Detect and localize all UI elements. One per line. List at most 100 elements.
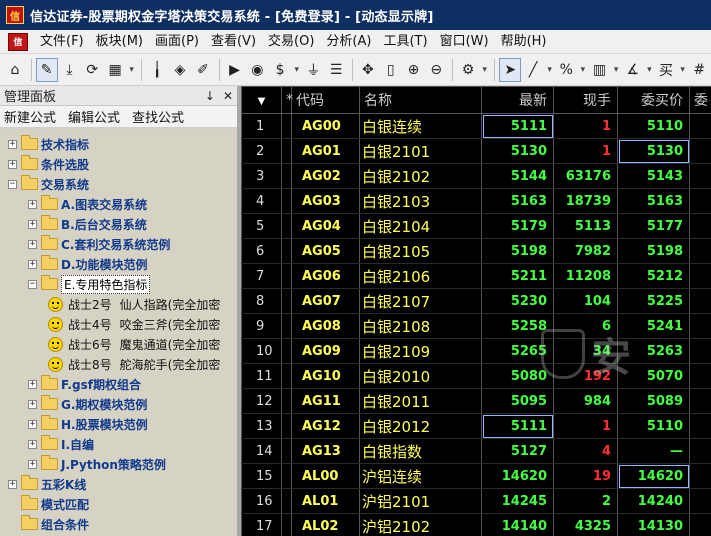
chevron-down-icon[interactable]: ▾ bbox=[545, 58, 554, 82]
tree-folder-item[interactable]: + J.Python策略范例 bbox=[28, 454, 166, 474]
sort-indicator-icon[interactable]: ▼ bbox=[241, 86, 282, 114]
table-row[interactable]: 14 AG13 白银指数 5127 4— bbox=[241, 438, 711, 464]
close-icon[interactable]: ✕ bbox=[223, 89, 233, 103]
play-icon[interactable]: ▶ bbox=[224, 58, 246, 82]
pin-icon[interactable]: ↓ bbox=[205, 89, 215, 103]
tree-folder-item[interactable]: + C.套利交易系统范例 bbox=[28, 234, 170, 254]
columns-icon[interactable]: ▥ bbox=[589, 58, 611, 82]
table-row[interactable]: 6 AG05 白银2105 5198 7982 5198 bbox=[241, 238, 711, 264]
menu-view[interactable]: 查看(V) bbox=[205, 31, 262, 53]
tree-folder-item[interactable]: + G.期权模块范例 bbox=[28, 394, 147, 414]
tree-leaf-item[interactable]: 战士8号 舵海舵手(完全加密 bbox=[48, 354, 220, 374]
new-formula-button[interactable]: 新建公式 bbox=[4, 107, 56, 126]
expand-icon[interactable]: + bbox=[28, 239, 37, 249]
edit-icon[interactable]: ✐ bbox=[192, 58, 214, 82]
col-code[interactable]: 代码 bbox=[291, 86, 360, 114]
settings-icon[interactable]: ⚙ bbox=[457, 58, 479, 82]
tree-folder-item[interactable]: + F.gsf期权组合 bbox=[28, 374, 141, 394]
bars-icon[interactable]: ☰ bbox=[325, 58, 347, 82]
table-row[interactable]: 7 AG06 白银2106 5211 11208 5212 bbox=[241, 263, 711, 289]
tree-leaf-item[interactable]: 战士2号 仙人指路(完全加密 bbox=[48, 294, 220, 314]
chevron-down-icon[interactable]: ▾ bbox=[645, 58, 654, 82]
chevron-down-icon[interactable]: ▾ bbox=[578, 58, 587, 82]
record-icon[interactable]: ◉ bbox=[246, 58, 268, 82]
tree-leaf-item[interactable]: 战士6号 魔鬼通道(完全加密 bbox=[48, 334, 220, 354]
tree-folder-item[interactable]: − 交易系统 bbox=[8, 174, 89, 194]
download-icon[interactable]: ⤓ bbox=[59, 58, 81, 82]
hash-icon[interactable]: # bbox=[688, 58, 710, 82]
chevron-down-icon[interactable]: ▾ bbox=[480, 58, 489, 82]
tree-folder-item[interactable]: + B.后台交易系统 bbox=[28, 214, 147, 234]
tree-folder-item[interactable]: + I.自编 bbox=[28, 434, 94, 454]
menu-trade[interactable]: 交易(O) bbox=[262, 31, 320, 53]
grid-icon[interactable]: ▦ bbox=[104, 58, 126, 82]
menu-window[interactable]: 窗口(W) bbox=[434, 31, 495, 53]
chevron-down-icon[interactable]: ▾ bbox=[678, 58, 687, 82]
alert-icon[interactable]: ◈ bbox=[169, 58, 191, 82]
move-icon[interactable]: ✥ bbox=[357, 58, 379, 82]
table-row[interactable]: 2 AG01 白银2101 5130 1 5130 bbox=[241, 138, 711, 164]
filter-icon[interactable]: ⏚ bbox=[302, 58, 324, 82]
dollar-icon[interactable]: $ bbox=[269, 58, 291, 82]
tree-folder-item[interactable]: 模式匹配 bbox=[8, 494, 89, 514]
tree-leaf-item[interactable]: 战士4号 咬金三斧(完全加密 bbox=[48, 314, 220, 334]
expand-icon[interactable]: + bbox=[28, 439, 37, 449]
expand-icon[interactable]: + bbox=[28, 199, 37, 209]
col-next[interactable]: 委 bbox=[689, 86, 711, 114]
tree-folder-item[interactable]: + H.股票模块范例 bbox=[28, 414, 148, 434]
zoom-out-icon[interactable]: ⊖ bbox=[425, 58, 447, 82]
menu-file[interactable]: 文件(F) bbox=[34, 31, 90, 53]
table-row[interactable]: 4 AG03 白银2103 5163 18739 5163 bbox=[241, 188, 711, 214]
chevron-down-icon[interactable]: ▾ bbox=[127, 58, 136, 82]
table-row[interactable]: 3 AG02 白银2102 5144 63176 5143 bbox=[241, 163, 711, 189]
expand-icon[interactable]: + bbox=[28, 219, 37, 229]
expand-icon[interactable]: + bbox=[28, 379, 37, 389]
col-last[interactable]: 最新 bbox=[481, 86, 554, 114]
angle-icon[interactable]: ∡ bbox=[622, 58, 644, 82]
tree-folder-item[interactable]: − E.专用特色指标 bbox=[28, 274, 151, 294]
expand-icon[interactable]: + bbox=[28, 399, 37, 409]
menu-help[interactable]: 帮助(H) bbox=[495, 31, 553, 53]
menu-sector[interactable]: 板块(M) bbox=[90, 31, 149, 53]
edit-formula-button[interactable]: 编辑公式 bbox=[68, 107, 120, 126]
table-row[interactable]: 15 AL00 沪铝连续 14620 19 14620 bbox=[241, 463, 711, 489]
home-icon[interactable]: ⌂ bbox=[4, 58, 26, 82]
chevron-down-icon[interactable]: ▾ bbox=[292, 58, 301, 82]
table-row[interactable]: 8 AG07 白银2107 5230 104 5225 bbox=[241, 288, 711, 314]
zoom-in-icon[interactable]: ⊕ bbox=[403, 58, 425, 82]
table-row[interactable]: 16 AL01 沪铝2101 14245 2 14240 bbox=[241, 488, 711, 514]
menu-tools[interactable]: 工具(T) bbox=[377, 31, 433, 53]
col-star[interactable]: * bbox=[281, 86, 293, 114]
col-bid[interactable]: 委买价 bbox=[617, 86, 690, 114]
candlestick-icon[interactable]: ╽ bbox=[146, 58, 168, 82]
tree-folder-item[interactable]: + 五彩K线 bbox=[8, 474, 86, 494]
tree-folder-item[interactable]: 组合条件 bbox=[8, 514, 89, 534]
expand-icon[interactable]: + bbox=[8, 139, 17, 149]
tree-folder-item[interactable]: + 技术指标 bbox=[8, 134, 89, 154]
tree-folder-item[interactable]: + D.功能模块范例 bbox=[28, 254, 148, 274]
chevron-down-icon[interactable]: ▾ bbox=[611, 58, 620, 82]
app-menu-icon[interactable]: 信 bbox=[8, 32, 28, 51]
expand-icon[interactable]: + bbox=[28, 459, 37, 469]
table-row[interactable]: 12 AG11 白银2011 5095 984 5089 bbox=[241, 388, 711, 414]
expand-icon[interactable]: + bbox=[8, 159, 17, 169]
menu-analysis[interactable]: 分析(A) bbox=[320, 31, 377, 53]
tree-folder-item[interactable]: + A.图表交易系统 bbox=[28, 194, 147, 214]
pencil-ruler-icon[interactable]: ✎ bbox=[35, 57, 58, 82]
collapse-icon[interactable]: − bbox=[28, 279, 37, 289]
table-row[interactable]: 17 AL02 沪铝2102 14140 4325 14130 bbox=[241, 513, 711, 536]
table-row[interactable]: 13 AG12 白银2012 5111 1 5110 bbox=[241, 413, 711, 439]
col-volume[interactable]: 现手 bbox=[553, 86, 618, 114]
expand-icon[interactable]: + bbox=[28, 259, 37, 269]
tree-folder-item[interactable]: + 条件选股 bbox=[8, 154, 89, 174]
expand-icon[interactable]: + bbox=[8, 479, 17, 489]
expand-icon[interactable]: + bbox=[28, 419, 37, 429]
table-row[interactable]: 5 AG04 白银2104 5179 5113 5177 bbox=[241, 213, 711, 239]
ruler-icon[interactable]: ▯ bbox=[380, 58, 402, 82]
col-name[interactable]: 名称 bbox=[359, 86, 482, 114]
cursor-icon[interactable]: ➤ bbox=[499, 57, 522, 82]
line-icon[interactable]: ╱ bbox=[522, 58, 544, 82]
collapse-icon[interactable]: − bbox=[8, 179, 17, 189]
table-row[interactable]: 1 AG00 白银连续 5111 1 5110 bbox=[241, 113, 711, 139]
buy-sell-icon[interactable]: 买 bbox=[655, 58, 677, 82]
